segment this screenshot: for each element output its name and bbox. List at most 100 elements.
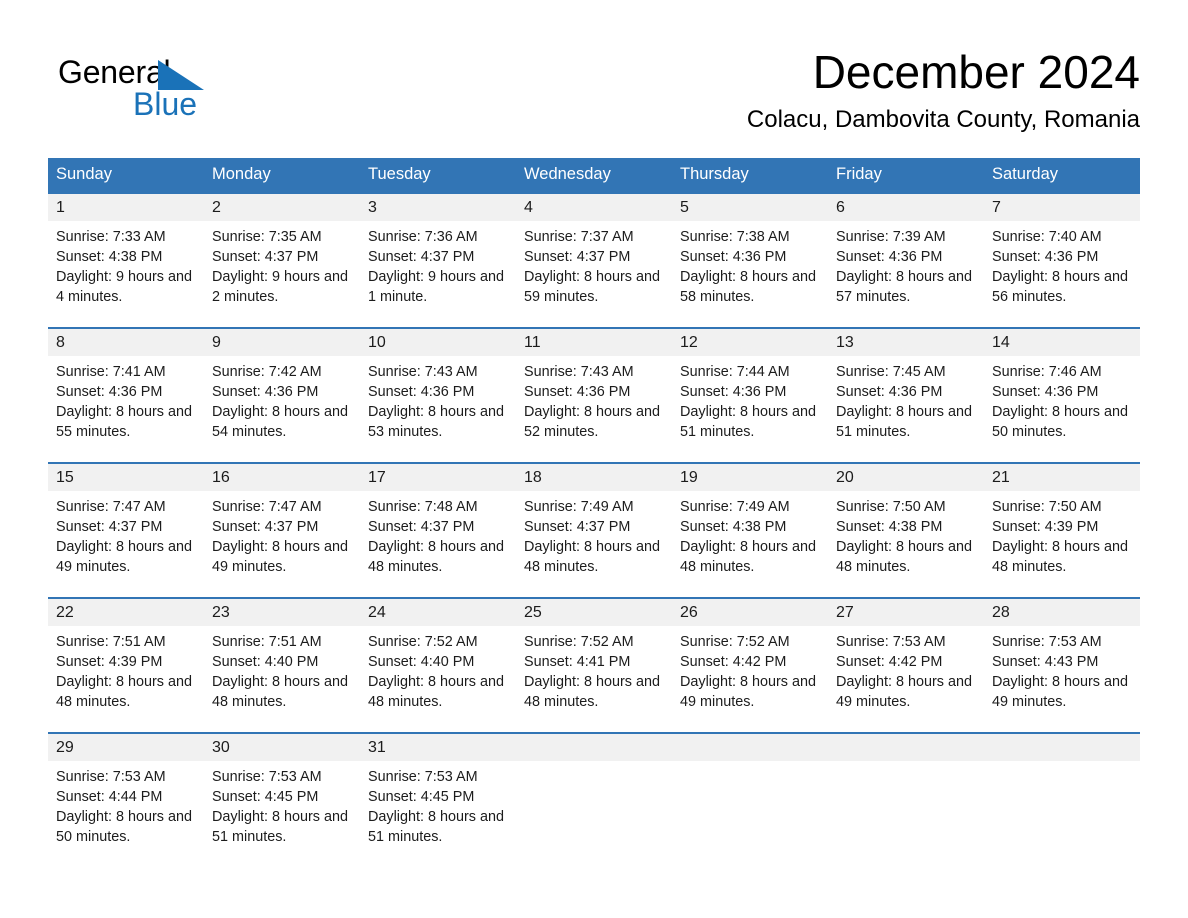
calendar-day-cell[interactable]: 27 Sunrise: 7:53 AM Sunset: 4:42 PM Dayligh… bbox=[828, 597, 984, 733]
sunrise-text: Sunrise: 7:51 AM bbox=[212, 634, 322, 650]
calendar-day-cell[interactable]: 16 Sunrise: 7:47 AM Sunset: 4:37 PM Dayligh… bbox=[204, 462, 360, 598]
calendar-day-cell[interactable]: 2 Sunrise: 7:35 AM Sunset: 4:37 PM Daylight… bbox=[204, 192, 360, 328]
day-details: Sunrise: 7:46 AM Sunset: 4:36 PM Daylight:… bbox=[984, 356, 1140, 442]
sunset-text: Sunset: 4:37 PM bbox=[212, 519, 319, 535]
sunrise-text: Sunrise: 7:49 AM bbox=[524, 499, 634, 515]
daylight-text: Daylight: 8 hours and 48 minutes. bbox=[680, 539, 816, 575]
calendar-page: General Blue December 2024 Colacu, Dambo… bbox=[0, 0, 1188, 918]
sunrise-text: Sunrise: 7:42 AM bbox=[212, 364, 322, 380]
day-details bbox=[516, 761, 672, 767]
daylight-text: Daylight: 8 hours and 54 minutes. bbox=[212, 404, 348, 440]
sunset-text: Sunset: 4:42 PM bbox=[836, 654, 943, 670]
sunset-text: Sunset: 4:44 PM bbox=[56, 789, 163, 805]
day-number: 15 bbox=[48, 464, 204, 491]
day-cell-content: 5 Sunrise: 7:38 AM Sunset: 4:36 PM Daylight… bbox=[672, 194, 828, 327]
calendar-day-cell[interactable]: 31 Sunrise: 7:53 AM Sunset: 4:45 PM Dayligh… bbox=[360, 732, 516, 852]
sunrise-text: Sunrise: 7:46 AM bbox=[992, 364, 1102, 380]
sunset-text: Sunset: 4:42 PM bbox=[680, 654, 787, 670]
weekday-header-tuesday: Tuesday bbox=[360, 158, 516, 193]
calendar-day-cell[interactable]: 8 Sunrise: 7:41 AM Sunset: 4:36 PM Daylight… bbox=[48, 327, 204, 463]
calendar-day-cell[interactable]: 25 Sunrise: 7:52 AM Sunset: 4:41 PM Dayligh… bbox=[516, 597, 672, 733]
calendar-day-cell[interactable]: 29 Sunrise: 7:53 AM Sunset: 4:44 PM Dayligh… bbox=[48, 732, 204, 852]
sunrise-text: Sunrise: 7:35 AM bbox=[212, 229, 322, 245]
day-cell-content: 4 Sunrise: 7:37 AM Sunset: 4:37 PM Daylight… bbox=[516, 194, 672, 327]
day-number: 20 bbox=[828, 464, 984, 491]
calendar-day-cell[interactable]: 10 Sunrise: 7:43 AM Sunset: 4:36 PM Dayligh… bbox=[360, 327, 516, 463]
daylight-text: Daylight: 8 hours and 57 minutes. bbox=[836, 269, 972, 305]
day-details: Sunrise: 7:35 AM Sunset: 4:37 PM Daylight:… bbox=[204, 221, 360, 307]
sunrise-text: Sunrise: 7:53 AM bbox=[212, 769, 322, 785]
calendar-day-cell[interactable]: 5 Sunrise: 7:38 AM Sunset: 4:36 PM Daylight… bbox=[672, 192, 828, 328]
calendar-day-cell[interactable]: 17 Sunrise: 7:48 AM Sunset: 4:37 PM Dayligh… bbox=[360, 462, 516, 598]
calendar-day-cell[interactable]: 20 Sunrise: 7:50 AM Sunset: 4:38 PM Dayligh… bbox=[828, 462, 984, 598]
sunset-text: Sunset: 4:39 PM bbox=[992, 519, 1099, 535]
page-title: December 2024 bbox=[812, 46, 1140, 98]
daylight-text: Daylight: 9 hours and 2 minutes. bbox=[212, 269, 348, 305]
sunset-text: Sunset: 4:45 PM bbox=[212, 789, 319, 805]
day-number: 22 bbox=[48, 599, 204, 626]
calendar-week-row: 22 Sunrise: 7:51 AM Sunset: 4:39 PM Dayligh… bbox=[48, 597, 1140, 733]
day-number: 10 bbox=[360, 329, 516, 356]
calendar-day-cell[interactable]: 26 Sunrise: 7:52 AM Sunset: 4:42 PM Dayligh… bbox=[672, 597, 828, 733]
day-cell-content: 1 Sunrise: 7:33 AM Sunset: 4:38 PM Daylight… bbox=[48, 194, 204, 327]
calendar-day-cell[interactable]: 7 Sunrise: 7:40 AM Sunset: 4:36 PM Daylight… bbox=[984, 192, 1140, 328]
sunset-text: Sunset: 4:36 PM bbox=[368, 384, 475, 400]
day-details bbox=[672, 761, 828, 767]
calendar-week-row: 8 Sunrise: 7:41 AM Sunset: 4:36 PM Daylight… bbox=[48, 327, 1140, 463]
daylight-text: Daylight: 9 hours and 4 minutes. bbox=[56, 269, 192, 305]
daylight-text: Daylight: 8 hours and 48 minutes. bbox=[836, 539, 972, 575]
sunrise-text: Sunrise: 7:37 AM bbox=[524, 229, 634, 245]
day-number: 3 bbox=[360, 194, 516, 221]
calendar-day-cell[interactable]: 6 Sunrise: 7:39 AM Sunset: 4:36 PM Daylight… bbox=[828, 192, 984, 328]
sunset-text: Sunset: 4:36 PM bbox=[992, 249, 1099, 265]
sunset-text: Sunset: 4:36 PM bbox=[524, 384, 631, 400]
calendar-day-cell[interactable]: 3 Sunrise: 7:36 AM Sunset: 4:37 PM Daylight… bbox=[360, 192, 516, 328]
sunrise-text: Sunrise: 7:50 AM bbox=[836, 499, 946, 515]
sunset-text: Sunset: 4:36 PM bbox=[680, 249, 787, 265]
day-number: 28 bbox=[984, 599, 1140, 626]
calendar-day-cell[interactable]: 15 Sunrise: 7:47 AM Sunset: 4:37 PM Dayligh… bbox=[48, 462, 204, 598]
calendar-day-cell[interactable]: 14 Sunrise: 7:46 AM Sunset: 4:36 PM Dayligh… bbox=[984, 327, 1140, 463]
sunset-text: Sunset: 4:40 PM bbox=[368, 654, 475, 670]
daylight-text: Daylight: 8 hours and 48 minutes. bbox=[212, 674, 348, 710]
day-details: Sunrise: 7:52 AM Sunset: 4:40 PM Daylight:… bbox=[360, 626, 516, 712]
day-number: 16 bbox=[204, 464, 360, 491]
calendar-day-cell[interactable]: 22 Sunrise: 7:51 AM Sunset: 4:39 PM Dayligh… bbox=[48, 597, 204, 733]
daylight-text: Daylight: 8 hours and 51 minutes. bbox=[680, 404, 816, 440]
calendar-day-cell[interactable]: 13 Sunrise: 7:45 AM Sunset: 4:36 PM Dayligh… bbox=[828, 327, 984, 463]
daylight-text: Daylight: 8 hours and 59 minutes. bbox=[524, 269, 660, 305]
day-number: 9 bbox=[204, 329, 360, 356]
daylight-text: Daylight: 8 hours and 56 minutes. bbox=[992, 269, 1128, 305]
sunset-text: Sunset: 4:39 PM bbox=[56, 654, 163, 670]
day-details: Sunrise: 7:50 AM Sunset: 4:39 PM Daylight:… bbox=[984, 491, 1140, 577]
daylight-text: Daylight: 8 hours and 52 minutes. bbox=[524, 404, 660, 440]
daylight-text: Daylight: 8 hours and 48 minutes. bbox=[368, 674, 504, 710]
calendar-day-cell[interactable]: 19 Sunrise: 7:49 AM Sunset: 4:38 PM Dayligh… bbox=[672, 462, 828, 598]
calendar-day-cell[interactable]: 23 Sunrise: 7:51 AM Sunset: 4:40 PM Dayligh… bbox=[204, 597, 360, 733]
sunset-text: Sunset: 4:45 PM bbox=[368, 789, 475, 805]
calendar-week-row: 1 Sunrise: 7:33 AM Sunset: 4:38 PM Daylight… bbox=[48, 192, 1140, 328]
calendar-day-cell[interactable]: 28 Sunrise: 7:53 AM Sunset: 4:43 PM Dayligh… bbox=[984, 597, 1140, 733]
daylight-text: Daylight: 8 hours and 51 minutes. bbox=[212, 809, 348, 845]
sunrise-text: Sunrise: 7:53 AM bbox=[992, 634, 1102, 650]
calendar-day-cell[interactable]: 11 Sunrise: 7:43 AM Sunset: 4:36 PM Dayligh… bbox=[516, 327, 672, 463]
calendar-day-cell[interactable]: 1 Sunrise: 7:33 AM Sunset: 4:38 PM Daylight… bbox=[48, 192, 204, 328]
calendar-day-cell[interactable]: 30 Sunrise: 7:53 AM Sunset: 4:45 PM Dayligh… bbox=[204, 732, 360, 852]
day-details: Sunrise: 7:38 AM Sunset: 4:36 PM Daylight:… bbox=[672, 221, 828, 307]
day-number: 30 bbox=[204, 734, 360, 761]
daylight-text: Daylight: 9 hours and 1 minute. bbox=[368, 269, 504, 305]
sunset-text: Sunset: 4:38 PM bbox=[56, 249, 163, 265]
sunset-text: Sunset: 4:41 PM bbox=[524, 654, 631, 670]
calendar-day-cell[interactable]: 18 Sunrise: 7:49 AM Sunset: 4:37 PM Dayligh… bbox=[516, 462, 672, 598]
sunset-text: Sunset: 4:36 PM bbox=[212, 384, 319, 400]
sunrise-text: Sunrise: 7:52 AM bbox=[368, 634, 478, 650]
calendar-day-cell[interactable]: 21 Sunrise: 7:50 AM Sunset: 4:39 PM Dayligh… bbox=[984, 462, 1140, 598]
calendar-day-cell[interactable]: 12 Sunrise: 7:44 AM Sunset: 4:36 PM Dayligh… bbox=[672, 327, 828, 463]
day-cell-content: 19 Sunrise: 7:49 AM Sunset: 4:38 PM Dayligh… bbox=[672, 464, 828, 597]
calendar-day-cell[interactable]: 4 Sunrise: 7:37 AM Sunset: 4:37 PM Daylight… bbox=[516, 192, 672, 328]
calendar-day-cell[interactable]: 9 Sunrise: 7:42 AM Sunset: 4:36 PM Daylight… bbox=[204, 327, 360, 463]
calendar-day-cell[interactable]: 24 Sunrise: 7:52 AM Sunset: 4:40 PM Dayligh… bbox=[360, 597, 516, 733]
sunset-text: Sunset: 4:37 PM bbox=[524, 249, 631, 265]
page-subtitle: Colacu, Dambovita County, Romania bbox=[746, 106, 1140, 133]
day-details: Sunrise: 7:42 AM Sunset: 4:36 PM Daylight:… bbox=[204, 356, 360, 442]
